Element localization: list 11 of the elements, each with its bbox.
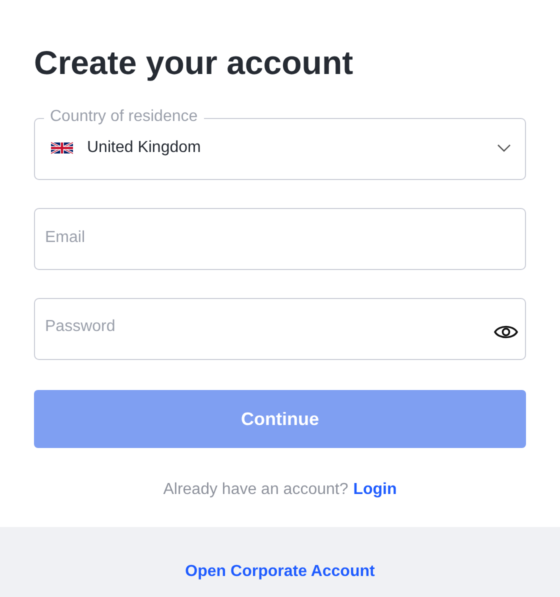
chevron-down-icon bbox=[497, 144, 511, 152]
password-field[interactable]: Password bbox=[34, 298, 526, 360]
login-prompt: Already have an account? bbox=[163, 480, 348, 500]
country-label: Country of residence bbox=[44, 108, 204, 126]
flag-icon bbox=[51, 141, 73, 155]
page-title: Create your account bbox=[34, 43, 354, 83]
corporate-account-link[interactable]: Open Corporate Account bbox=[185, 563, 375, 581]
eye-icon[interactable] bbox=[494, 324, 518, 340]
email-field[interactable]: Email bbox=[34, 208, 526, 270]
login-link[interactable]: Login bbox=[353, 478, 397, 502]
country-value: United Kingdom bbox=[87, 138, 202, 158]
